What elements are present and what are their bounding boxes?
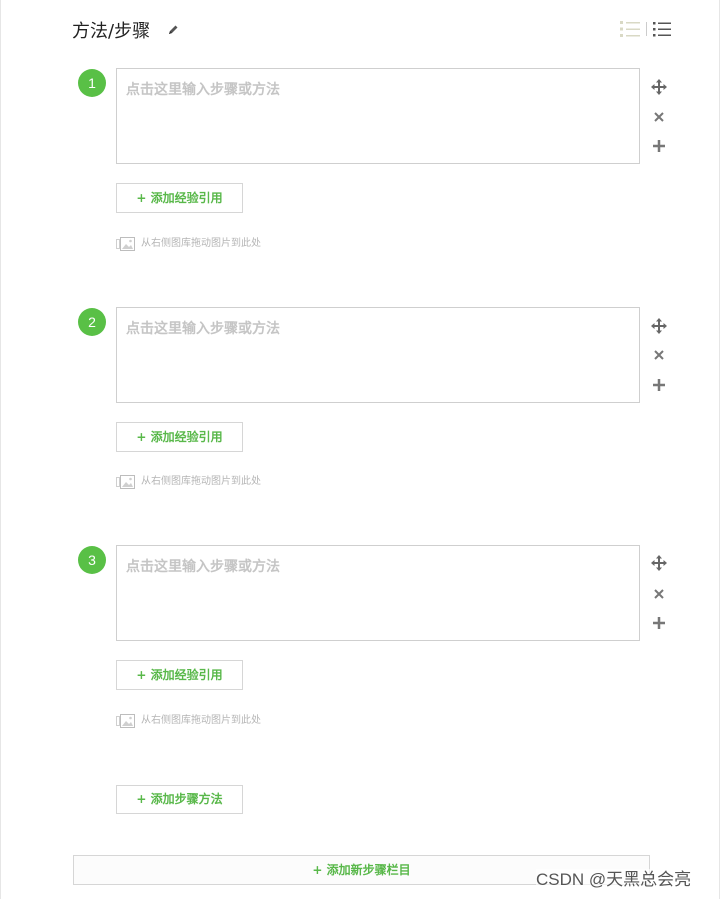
add-step-button[interactable]: + 添加步骤方法 [116,785,243,814]
add-reference-button[interactable]: + 添加经验引用 [116,183,243,213]
step-number-badge: 3 [78,546,106,574]
pencil-icon[interactable] [167,24,179,36]
plus-icon[interactable] [652,139,666,153]
move-icon[interactable] [651,318,667,334]
step-block-3: 3 + 添加经验引用 从右侧图库拖动图片到此处 [0,545,720,746]
move-icon[interactable] [651,555,667,571]
image-icon [116,237,135,251]
plus-icon[interactable] [652,378,666,392]
close-icon[interactable] [653,111,665,123]
step-description-input[interactable] [116,68,640,164]
move-icon[interactable] [651,79,667,95]
section-title: 方法/步骤 [72,21,151,42]
step-number-badge: 2 [78,308,106,336]
image-icon [116,714,135,728]
drop-hint-text: 从右侧图库拖动图片到此处 [141,238,261,249]
view-separator [646,22,647,36]
plus-icon[interactable] [652,616,666,630]
close-icon[interactable] [653,588,665,600]
ordered-list-icon[interactable] [620,20,640,38]
step-number-badge: 1 [78,69,106,97]
step-description-input[interactable] [116,307,640,403]
step-block-1: 1 + 添加经验引用 从右侧图库拖动图片到此处 [0,68,720,269]
watermark: CSDN @天黑总会亮 [536,869,692,891]
image-icon [116,475,135,489]
drop-hint-text: 从右侧图库拖动图片到此处 [141,715,261,726]
list-icon[interactable] [653,20,671,38]
step-block-2: 2 + 添加经验引用 从右侧图库拖动图片到此处 [0,307,720,508]
add-reference-button[interactable]: + 添加经验引用 [116,422,243,452]
drop-hint-text: 从右侧图库拖动图片到此处 [141,476,261,487]
close-icon[interactable] [653,349,665,361]
add-reference-button[interactable]: + 添加经验引用 [116,660,243,690]
step-description-input[interactable] [116,545,640,641]
